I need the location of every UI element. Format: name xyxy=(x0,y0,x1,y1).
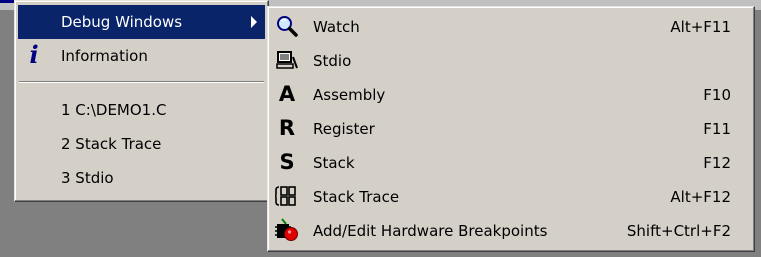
menu-item-register[interactable]: R Register F11 xyxy=(271,112,751,146)
menu-item-assembly[interactable]: A Assembly F10 xyxy=(271,78,751,112)
menu-item-label: Assembly xyxy=(313,86,386,104)
menu-item-label: Watch xyxy=(313,18,360,36)
menu-item-label: Stdio xyxy=(313,52,352,70)
letter-s-icon: S xyxy=(279,150,295,174)
shortcut-label: F10 xyxy=(703,86,731,104)
menu-item-label: 1 C:\DEMO1.C xyxy=(61,101,167,119)
stack-trace-icon xyxy=(275,186,296,206)
submenu-arrow-icon xyxy=(251,16,257,28)
menu-item-label: 3 Stdio xyxy=(61,169,114,187)
shortcut-label: Alt+F12 xyxy=(670,188,731,206)
menu-item-recent-1[interactable]: 1 C:\DEMO1.C xyxy=(18,93,265,127)
menu-item-hardware-breakpoints[interactable]: Add/Edit Hardware Breakpoints Shift+Ctrl… xyxy=(271,214,751,248)
menu-item-label: Debug Windows xyxy=(61,13,183,31)
shortcut-label: Alt+F11 xyxy=(670,18,731,36)
info-icon: i xyxy=(29,40,39,69)
debug-windows-submenu: Watch Alt+F11 Stdio A Assembly F10 R Reg… xyxy=(267,6,755,252)
menu-item-label: 2 Stack Trace xyxy=(61,135,162,153)
shortcut-label: Shift+Ctrl+F2 xyxy=(626,222,731,240)
menu-item-label: Stack Trace xyxy=(313,188,400,206)
shortcut-label: F12 xyxy=(703,154,731,172)
menu-item-information[interactable]: i Information xyxy=(18,39,265,73)
menu-item-stack[interactable]: S Stack F12 xyxy=(271,146,751,180)
shortcut-label: F11 xyxy=(703,120,731,138)
menu-item-recent-2[interactable]: 2 Stack Trace xyxy=(18,127,265,161)
debug-menu: Debug Windows i Information 1 C:\DEMO1.C… xyxy=(14,0,269,202)
magnifier-icon xyxy=(277,16,298,37)
menu-item-recent-3[interactable]: 3 Stdio xyxy=(18,161,265,195)
menu-item-watch[interactable]: Watch Alt+F11 xyxy=(271,10,751,44)
menu-item-stdio[interactable]: Stdio xyxy=(271,44,751,78)
menu-item-stack-trace[interactable]: Stack Trace Alt+F12 xyxy=(271,180,751,214)
menu-item-debug-windows[interactable]: Debug Windows xyxy=(18,5,265,39)
menu-item-label: Information xyxy=(61,47,148,65)
hardware-breakpoint-icon xyxy=(275,218,298,241)
menu-separator xyxy=(19,81,264,83)
computer-icon xyxy=(276,51,298,69)
menu-item-label: Register xyxy=(313,120,375,138)
letter-r-icon: R xyxy=(278,116,296,140)
menu-item-label: Stack xyxy=(313,154,355,172)
menu-item-label: Add/Edit Hardware Breakpoints xyxy=(313,222,548,240)
letter-a-icon: A xyxy=(278,82,296,106)
